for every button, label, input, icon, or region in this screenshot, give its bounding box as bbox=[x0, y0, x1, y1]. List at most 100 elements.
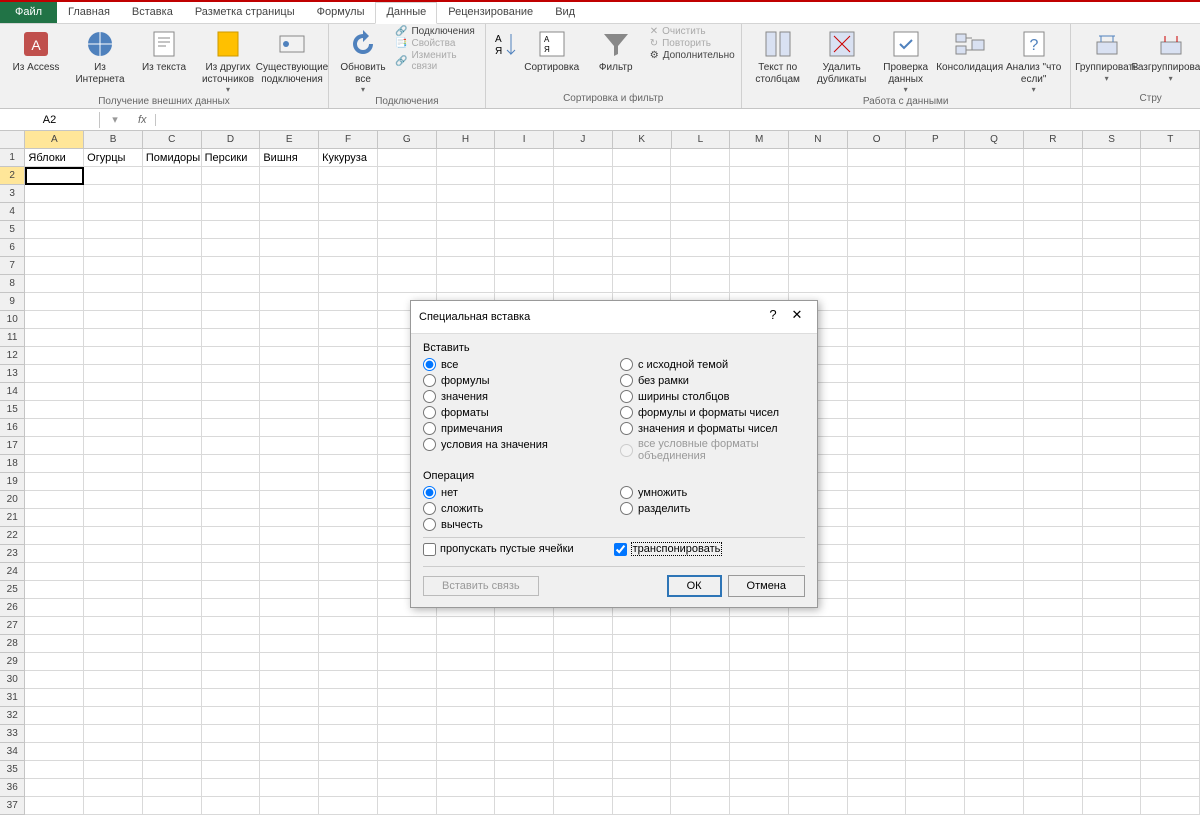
cell-Q13[interactable] bbox=[965, 365, 1024, 383]
cell-G29[interactable] bbox=[378, 653, 437, 671]
cell-A18[interactable] bbox=[25, 455, 84, 473]
cell-O16[interactable] bbox=[848, 419, 907, 437]
btn-connections[interactable]: 🔗Подключения bbox=[395, 26, 479, 37]
col-header-S[interactable]: S bbox=[1083, 131, 1142, 149]
cell-E5[interactable] bbox=[260, 221, 319, 239]
cell-F33[interactable] bbox=[319, 725, 378, 743]
cell-B29[interactable] bbox=[84, 653, 143, 671]
cell-B32[interactable] bbox=[84, 707, 143, 725]
cell-T36[interactable] bbox=[1141, 779, 1200, 797]
cell-F18[interactable] bbox=[319, 455, 378, 473]
cell-I37[interactable] bbox=[495, 797, 554, 815]
cell-E4[interactable] bbox=[260, 203, 319, 221]
tab-formulas[interactable]: Формулы bbox=[306, 2, 376, 23]
cell-R2[interactable] bbox=[1024, 167, 1083, 185]
cell-Q29[interactable] bbox=[965, 653, 1024, 671]
radio-ins-2[interactable]: ширины столбцов bbox=[620, 390, 805, 403]
cell-P16[interactable] bbox=[906, 419, 965, 437]
cell-F9[interactable] bbox=[319, 293, 378, 311]
cell-M36[interactable] bbox=[730, 779, 789, 797]
col-header-T[interactable]: T bbox=[1141, 131, 1200, 149]
cell-M35[interactable] bbox=[730, 761, 789, 779]
cell-S37[interactable] bbox=[1083, 797, 1142, 815]
cell-B25[interactable] bbox=[84, 581, 143, 599]
cell-R8[interactable] bbox=[1024, 275, 1083, 293]
cell-E13[interactable] bbox=[260, 365, 319, 383]
cell-Q31[interactable] bbox=[965, 689, 1024, 707]
cell-Q33[interactable] bbox=[965, 725, 1024, 743]
cell-A23[interactable] bbox=[25, 545, 84, 563]
btn-advanced[interactable]: ⚙Дополнительно bbox=[650, 50, 735, 61]
cell-M31[interactable] bbox=[730, 689, 789, 707]
cell-N28[interactable] bbox=[789, 635, 848, 653]
cell-B26[interactable] bbox=[84, 599, 143, 617]
cell-E31[interactable] bbox=[260, 689, 319, 707]
cell-M2[interactable] bbox=[730, 167, 789, 185]
cell-C7[interactable] bbox=[143, 257, 202, 275]
cell-C35[interactable] bbox=[143, 761, 202, 779]
cell-T23[interactable] bbox=[1141, 545, 1200, 563]
cell-Q30[interactable] bbox=[965, 671, 1024, 689]
cell-O27[interactable] bbox=[848, 617, 907, 635]
cell-C14[interactable] bbox=[143, 383, 202, 401]
cell-M3[interactable] bbox=[730, 185, 789, 203]
btn-whatif[interactable]: ?Анализ "что если" bbox=[1004, 26, 1064, 96]
col-header-H[interactable]: H bbox=[437, 131, 496, 149]
cell-G1[interactable] bbox=[378, 149, 437, 167]
cell-C31[interactable] bbox=[143, 689, 202, 707]
cell-F22[interactable] bbox=[319, 527, 378, 545]
cell-P14[interactable] bbox=[906, 383, 965, 401]
cell-I31[interactable] bbox=[495, 689, 554, 707]
cell-I35[interactable] bbox=[495, 761, 554, 779]
cell-T2[interactable] bbox=[1141, 167, 1200, 185]
row-header-22[interactable]: 22 bbox=[0, 527, 25, 545]
cell-T25[interactable] bbox=[1141, 581, 1200, 599]
col-header-K[interactable]: K bbox=[613, 131, 672, 149]
cell-L34[interactable] bbox=[671, 743, 730, 761]
cell-B14[interactable] bbox=[84, 383, 143, 401]
cell-L7[interactable] bbox=[671, 257, 730, 275]
tab-data[interactable]: Данные bbox=[375, 2, 437, 24]
cell-J31[interactable] bbox=[554, 689, 613, 707]
cell-A17[interactable] bbox=[25, 437, 84, 455]
cell-F27[interactable] bbox=[319, 617, 378, 635]
cell-Q32[interactable] bbox=[965, 707, 1024, 725]
cell-E6[interactable] bbox=[260, 239, 319, 257]
cell-C2[interactable] bbox=[143, 167, 202, 185]
cell-B20[interactable] bbox=[84, 491, 143, 509]
cell-O29[interactable] bbox=[848, 653, 907, 671]
cell-M8[interactable] bbox=[730, 275, 789, 293]
radio-ins-2[interactable]: значения bbox=[423, 390, 608, 403]
cell-O24[interactable] bbox=[848, 563, 907, 581]
cell-A21[interactable] bbox=[25, 509, 84, 527]
col-header-N[interactable]: N bbox=[789, 131, 848, 149]
cell-N5[interactable] bbox=[789, 221, 848, 239]
cell-P28[interactable] bbox=[906, 635, 965, 653]
cell-C26[interactable] bbox=[143, 599, 202, 617]
radio-ins-0[interactable]: все bbox=[423, 358, 608, 371]
cell-C30[interactable] bbox=[143, 671, 202, 689]
btn-from-text[interactable]: Из текста bbox=[134, 26, 194, 76]
cell-R11[interactable] bbox=[1024, 329, 1083, 347]
cell-A22[interactable] bbox=[25, 527, 84, 545]
cell-C19[interactable] bbox=[143, 473, 202, 491]
cell-H2[interactable] bbox=[437, 167, 496, 185]
cell-N30[interactable] bbox=[789, 671, 848, 689]
cell-I34[interactable] bbox=[495, 743, 554, 761]
cell-S12[interactable] bbox=[1083, 347, 1142, 365]
row-header-13[interactable]: 13 bbox=[0, 365, 25, 383]
cell-C15[interactable] bbox=[143, 401, 202, 419]
cell-E2[interactable] bbox=[260, 167, 319, 185]
cell-M5[interactable] bbox=[730, 221, 789, 239]
cell-C6[interactable] bbox=[143, 239, 202, 257]
cell-F25[interactable] bbox=[319, 581, 378, 599]
cell-M28[interactable] bbox=[730, 635, 789, 653]
cell-T19[interactable] bbox=[1141, 473, 1200, 491]
cell-M34[interactable] bbox=[730, 743, 789, 761]
cell-J6[interactable] bbox=[554, 239, 613, 257]
cell-F17[interactable] bbox=[319, 437, 378, 455]
cell-S2[interactable] bbox=[1083, 167, 1142, 185]
cell-D27[interactable] bbox=[202, 617, 261, 635]
cell-E16[interactable] bbox=[260, 419, 319, 437]
btn-filter[interactable]: Фильтр bbox=[586, 26, 646, 76]
